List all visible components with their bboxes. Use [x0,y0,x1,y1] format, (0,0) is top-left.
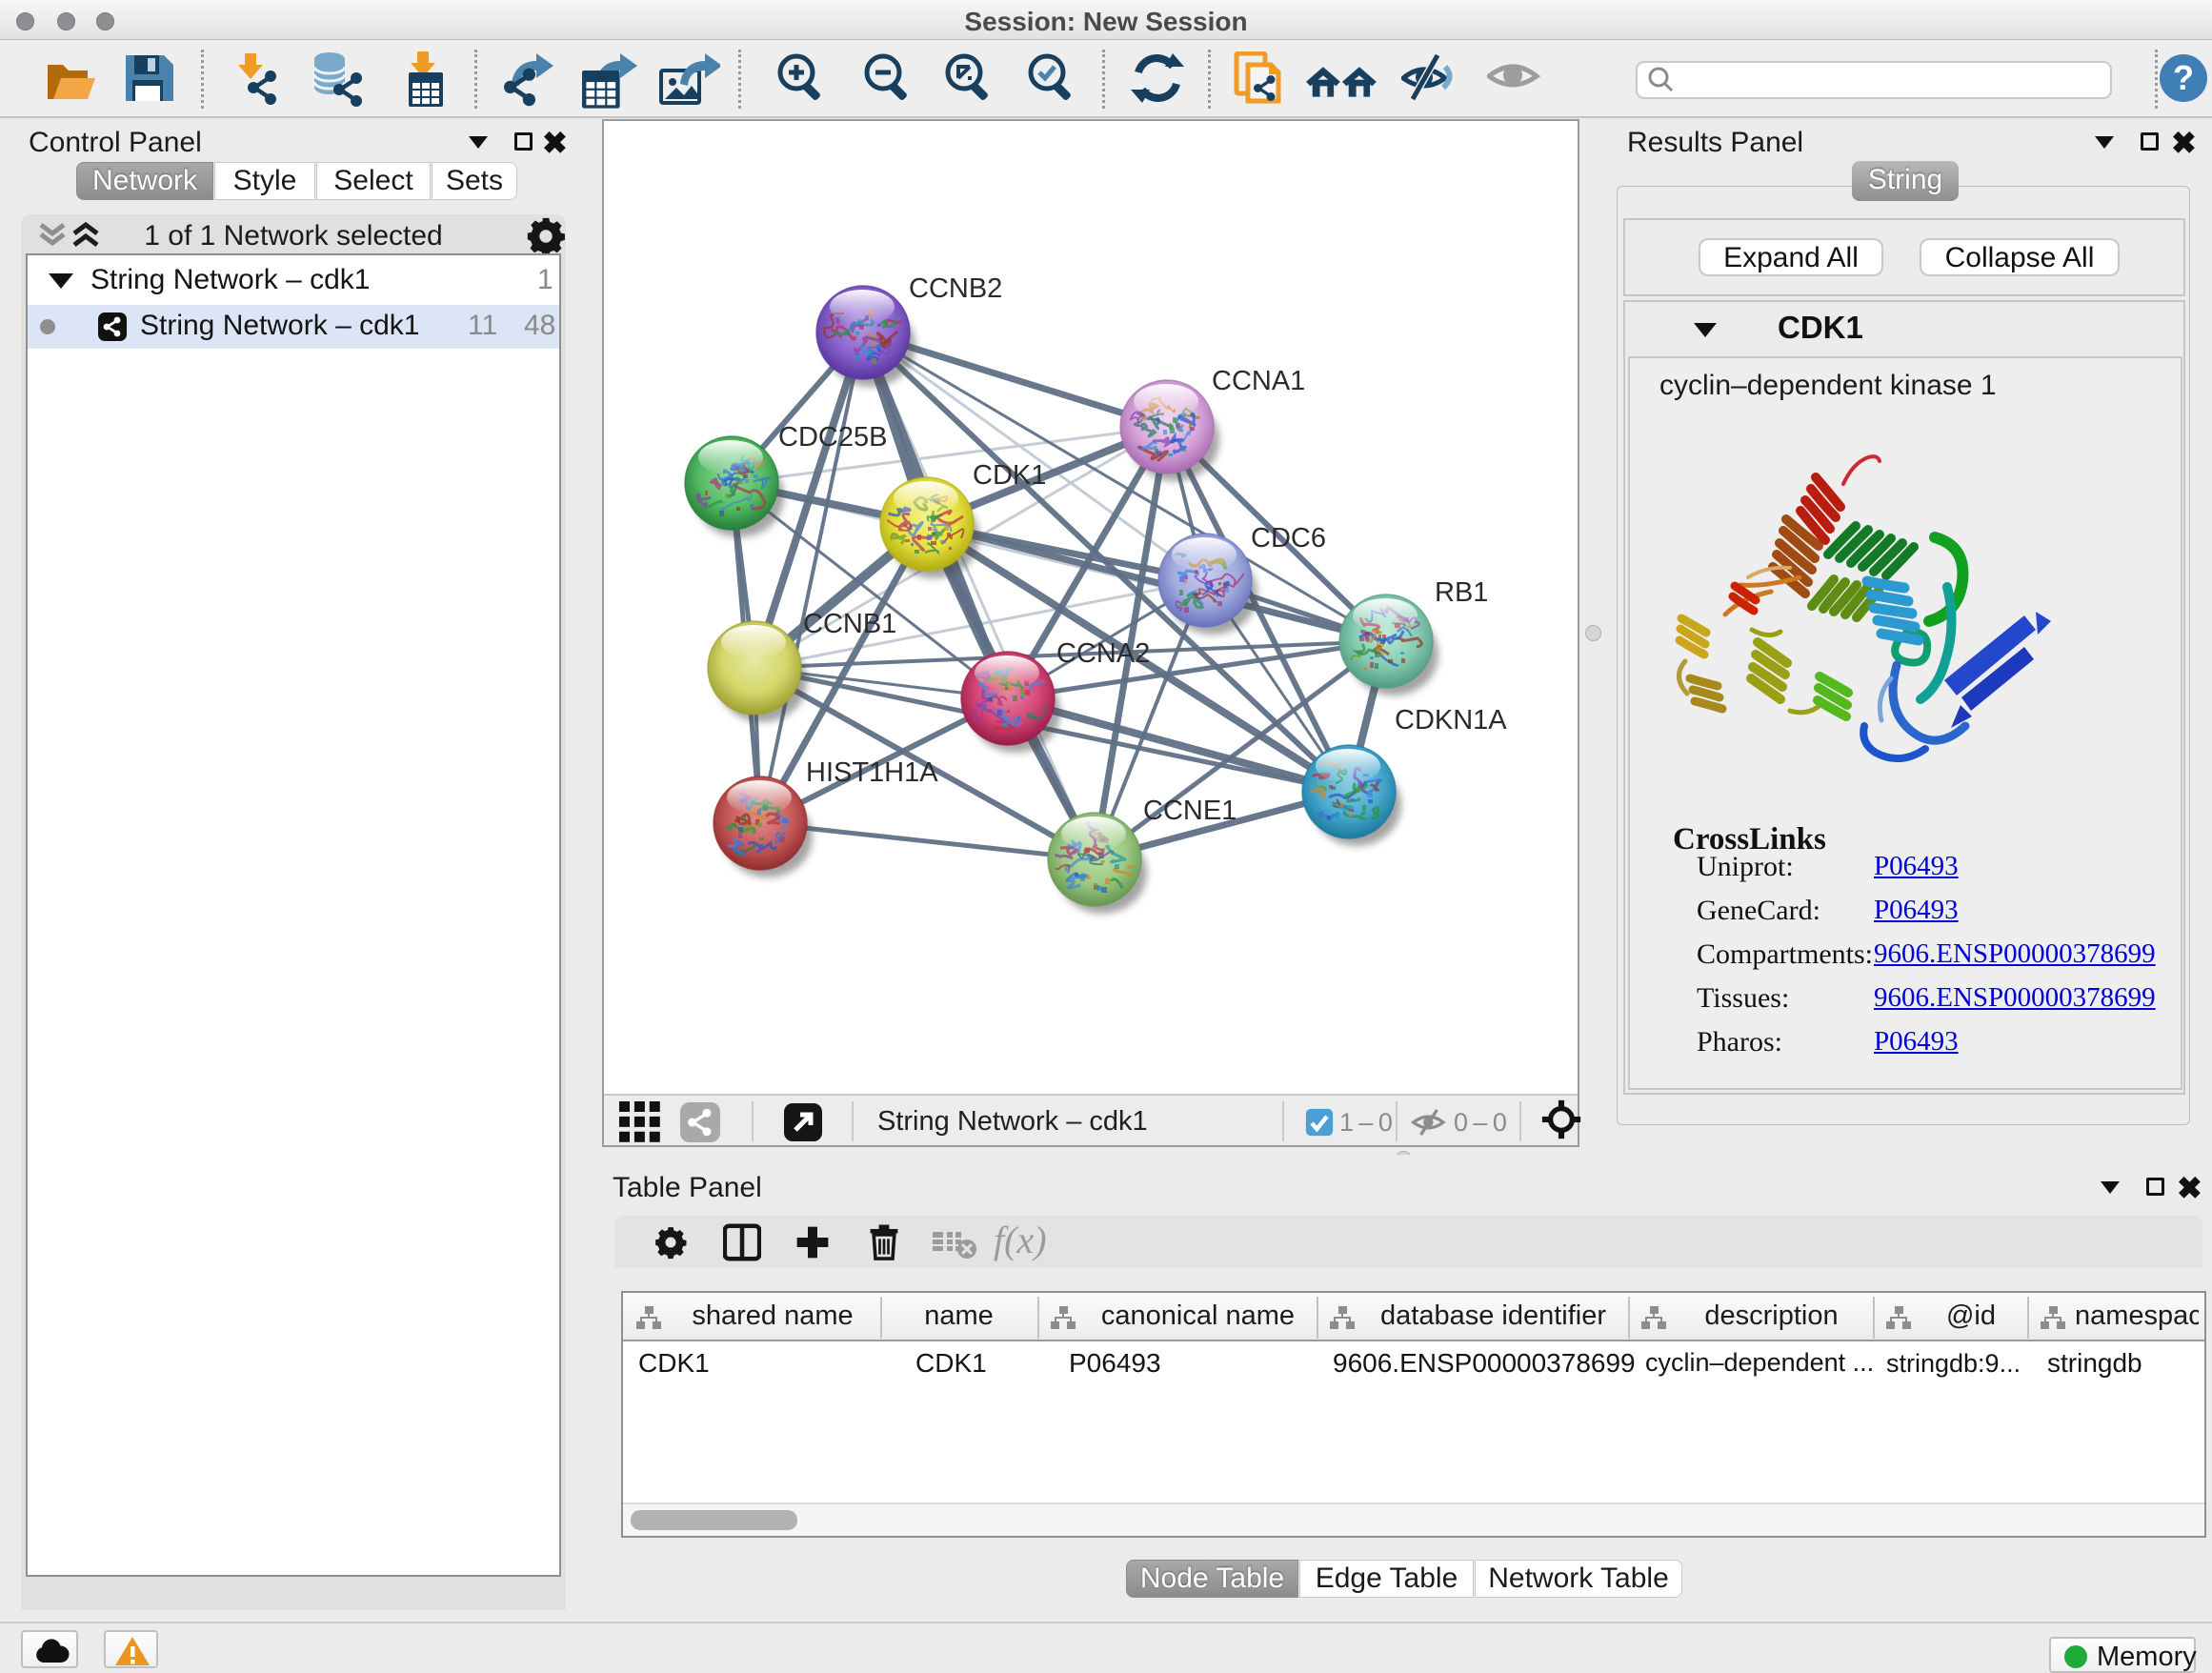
svg-text:CDKN1A: CDKN1A [1395,705,1507,736]
svg-text:CDC6: CDC6 [1251,523,1326,554]
svg-text:CDC25B: CDC25B [778,422,887,453]
svg-text:CDK1: CDK1 [973,460,1046,491]
svg-text:CCNA1: CCNA1 [1212,366,1305,396]
svg-text:CCNE1: CCNE1 [1143,796,1237,826]
svg-text:CCNB2: CCNB2 [909,273,1002,304]
svg-text:?: ? [2173,58,2194,97]
svg-text:RB1: RB1 [1435,577,1488,608]
svg-text:CCNA2: CCNA2 [1056,638,1150,669]
svg-text:CCNB1: CCNB1 [803,609,896,639]
svg-text:HIST1H1A: HIST1H1A [806,757,938,788]
